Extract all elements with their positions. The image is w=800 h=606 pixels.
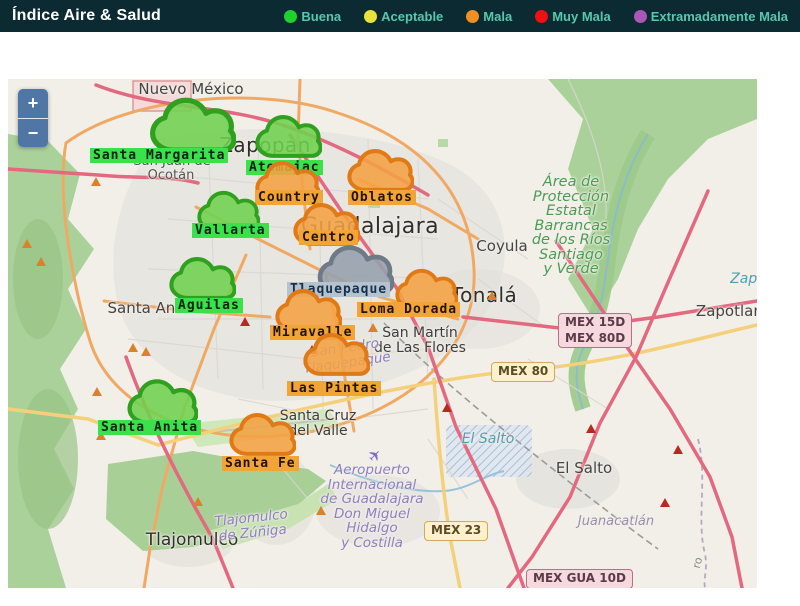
legend-dot-icon (466, 9, 480, 23)
air-quality-legend: Buena Aceptable Mala Muy Mala Extramadamente… (284, 9, 788, 24)
station-cloud-santa-margarita[interactable] (148, 95, 237, 163)
map-canvas[interactable]: Nuevo MéxicoZapopanSan Juan deOcotánGuad… (8, 79, 757, 588)
legend-label: Extramadamente Mala (650, 8, 788, 24)
legend-dot-icon (364, 9, 378, 23)
app-title: Índice Aire & Salud (12, 7, 162, 24)
legend-dot-icon (535, 9, 549, 23)
legend-dot-icon (284, 9, 298, 23)
station-cloud-oblatos[interactable] (346, 147, 415, 201)
station-cloud-aguilas[interactable] (168, 255, 237, 309)
station-cloud-las-pintas[interactable] (302, 331, 371, 385)
legend-label: Aceptable (381, 8, 444, 24)
station-cloud-vallarta[interactable] (196, 189, 261, 240)
station-cloud-santa-fe[interactable] (228, 411, 297, 465)
station-cloud-loma-dorada[interactable] (394, 267, 459, 318)
app-header: Índice Aire & Salud Buena Aceptable Mala Mu… (0, 0, 800, 32)
legend-item-extramadamente-mala: Extramadamente Mala (633, 8, 788, 24)
station-cloud-santa-anita[interactable] (126, 377, 199, 434)
legend-label: Muy Mala (552, 8, 611, 24)
legend-item-mala: Mala (466, 9, 512, 24)
zoom-control: + − (18, 89, 48, 147)
legend-item-buena: Buena (284, 9, 341, 24)
legend-item-aceptable: Aceptable (364, 9, 443, 24)
legend-dot-icon (633, 9, 647, 23)
zoom-in-button[interactable]: + (18, 89, 48, 118)
legend-label: Buena (301, 8, 342, 24)
zoom-out-button[interactable]: − (18, 118, 48, 147)
legend-label: Mala (483, 8, 513, 24)
legend-item-muy-mala: Muy Mala (535, 9, 611, 24)
